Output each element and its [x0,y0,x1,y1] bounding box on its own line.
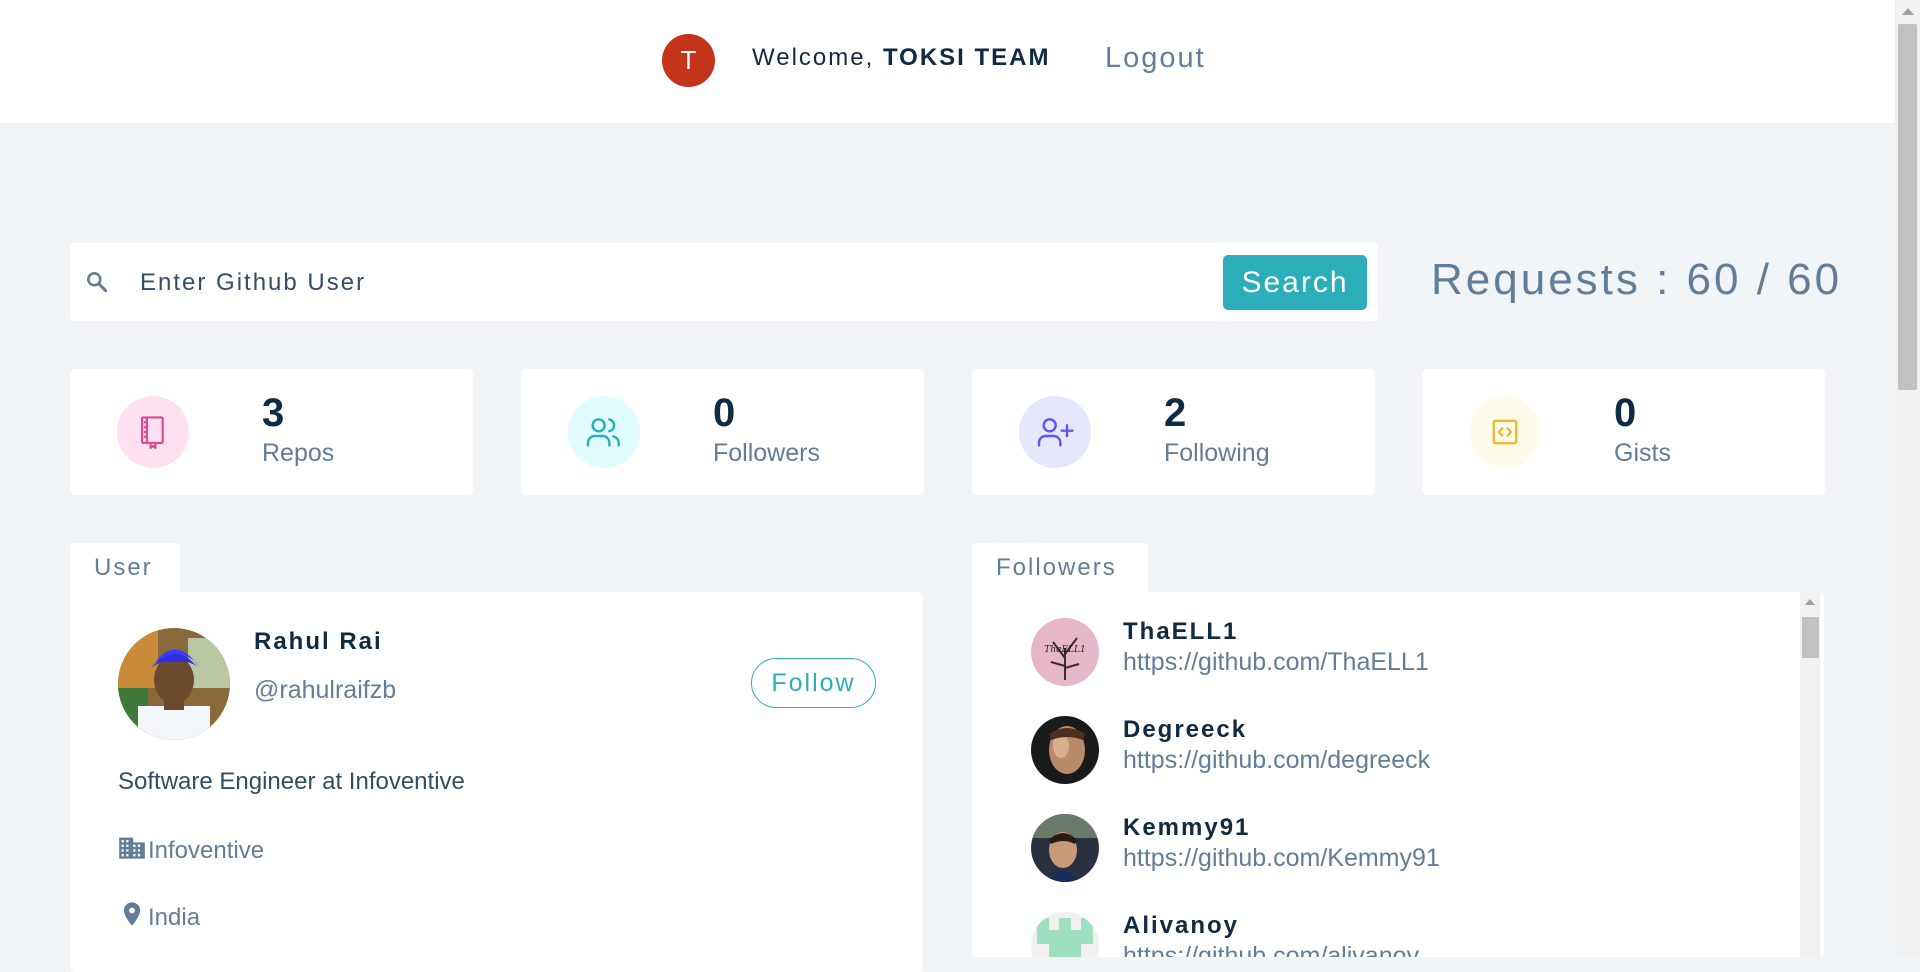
follower-item[interactable]: ThaELL1 ThaELL1 https://github.com/ThaEL… [1031,618,1731,688]
stat-label-followers: Followers [713,439,820,467]
building-icon [118,834,148,867]
follower-url-link[interactable]: https://github.com/Kemmy91 [1123,844,1440,873]
followers-list[interactable]: ThaELL1 ThaELL1 https://github.com/ThaEL… [972,592,1800,957]
page-scrollbar[interactable] [1895,0,1920,957]
location-pin-icon [118,900,148,935]
user-avatar-initial: T [662,34,715,87]
page-scroll-up-arrow-icon[interactable] [1902,8,1914,15]
stat-label-repos: Repos [262,439,335,467]
stat-value-repos: 3 [262,391,285,435]
follower-item[interactable]: Kemmy91 https://github.com/Kemmy91 [1031,814,1731,884]
search-button[interactable]: Search [1223,255,1367,310]
stat-card-repos: 3 Repos [70,369,473,495]
user-avatar [118,628,230,740]
follower-avatar-logo-text: ThaELL1 [1044,645,1085,655]
stat-card-followers: 0 Followers [521,369,924,495]
follower-avatar [1031,912,1099,957]
requests-counter: Requests : 60 / 60 [1431,255,1843,304]
follow-button[interactable]: Follow [751,658,876,708]
follower-name: Alivanoy [1123,912,1240,939]
stat-label-gists: Gists [1614,439,1671,467]
follower-item[interactable]: Degreeck https://github.com/degreeck [1031,716,1731,786]
users-icon [568,396,640,468]
user-name: Rahul Rai [254,628,383,655]
stat-card-gists: 0 Gists [1422,369,1825,495]
user-bio: Software Engineer at Infoventive [118,768,465,795]
follower-url-link[interactable]: https://github.com/degreeck [1123,746,1430,775]
stat-value-following: 2 [1164,391,1187,435]
user-location: India [118,900,200,935]
follower-avatar [1031,814,1099,882]
follower-url-link[interactable]: https://github.com/ThaELL1 [1123,648,1429,677]
welcome-message: Welcome, TOKSI TEAM [752,44,1051,72]
location-name: India [148,903,201,931]
page-scroll-thumb[interactable] [1898,24,1917,390]
follower-avatar [1031,716,1099,784]
followers-scrollbar[interactable] [1800,592,1820,957]
follower-name: Kemmy91 [1123,814,1251,841]
follower-name: Degreeck [1123,716,1248,743]
scroll-up-arrow-icon[interactable] [1805,599,1815,605]
follower-name: ThaELL1 [1123,618,1239,645]
logout-button[interactable]: Logout [1105,42,1206,75]
stat-label-following: Following [1164,439,1270,467]
stat-value-gists: 0 [1614,391,1637,435]
follower-url-link[interactable]: https://github.com/alivanoy [1123,942,1419,957]
follower-item[interactable]: Alivanoy https://github.com/alivanoy [1031,912,1731,957]
code-icon [1469,396,1541,468]
welcome-user-name: TOKSI TEAM [882,44,1051,71]
search-form: Search [70,243,1378,321]
search-input[interactable] [138,263,1142,303]
company-name: Infoventive [148,836,265,864]
user-panel: Rahul Rai @rahulraifzb Follow Software E… [70,592,923,972]
welcome-text: Welcome, [752,44,875,71]
followers-panel-tab: Followers [972,543,1148,593]
book-icon [117,396,189,468]
followers-scroll-thumb[interactable] [1802,617,1819,658]
follower-avatar: ThaELL1 [1031,618,1099,686]
user-handle: @rahulraifzb [254,676,397,704]
user-company: Infoventive [118,834,264,867]
search-icon [84,269,110,295]
user-plus-icon [1019,396,1091,468]
followers-panel: ThaELL1 ThaELL1 https://github.com/ThaEL… [972,592,1824,957]
navbar: T Welcome, TOKSI TEAM Logout [0,0,1895,123]
user-panel-tab: User [70,543,180,593]
stat-value-followers: 0 [713,391,736,435]
stat-card-following: 2 Following [972,369,1375,495]
